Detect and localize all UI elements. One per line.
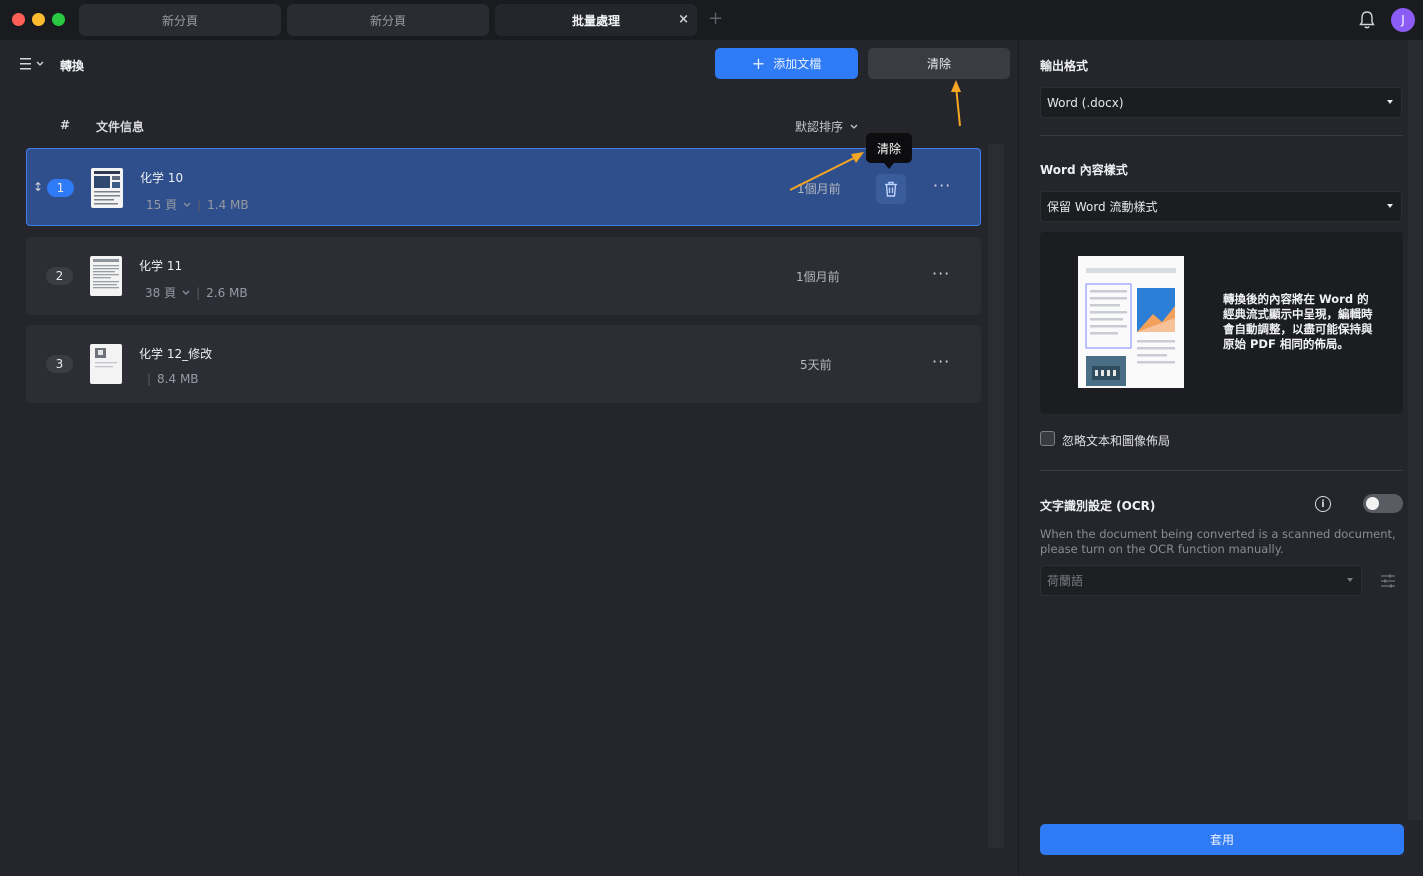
row-index-badge: 3 [46,355,73,373]
sliders-icon[interactable] [1380,573,1396,589]
file-name: 化学 10 [140,171,184,185]
info-icon[interactable]: i [1315,496,1331,512]
list-scrollbar[interactable] [988,144,1004,848]
zoom-window-button[interactable] [52,13,65,26]
ocr-settings-label: 文字識別設定 (OCR) [1040,499,1156,513]
close-window-button[interactable] [12,13,25,26]
row-index-badge: 1 [47,179,74,197]
caret-down-icon [1387,204,1393,208]
ocr-toggle[interactable] [1363,494,1403,513]
trash-icon [885,181,897,197]
apply-button[interactable]: 套用 [1040,824,1404,855]
file-meta: | 8.4 MB [147,372,199,386]
file-time: 5天前 [800,358,832,372]
tab-batch[interactable]: 批量處理 × [495,4,697,36]
drag-handle-icon[interactable]: ↕ [33,180,43,194]
plus-icon: + [751,54,766,73]
ocr-description: When the document being converted is a s… [1040,527,1396,556]
file-size: 1.4 MB [207,197,249,212]
column-header-index: # [60,118,71,132]
table-row[interactable]: 2 化学 11 38 頁 | 2.6 MB 1個月前 ··· [26,237,981,315]
page-count[interactable]: 38 頁 [145,284,176,301]
settings-scrollbar[interactable] [1408,40,1422,820]
word-style-value: 保留 Word 流動樣式 [1047,200,1158,214]
ignore-layout-label[interactable]: 忽略文本和圖像佈局 [1062,432,1170,449]
tab-label: 新分頁 [369,13,406,28]
tab-new-1[interactable]: 新分頁 [79,4,281,36]
minimize-window-button[interactable] [32,13,45,26]
divider [1040,135,1403,136]
add-document-label: 添加文檔 [773,57,822,71]
chevron-down-icon[interactable] [183,202,191,208]
output-format-select[interactable]: Word (.docx) [1040,87,1402,118]
chevron-down-icon [850,124,858,129]
tab-label: 批量處理 [571,13,620,28]
title-bar: 新分頁 新分頁 批量處理 × + J [0,0,1423,40]
word-style-label: Word 內容樣式 [1040,163,1128,177]
ignore-layout-checkbox[interactable] [1040,431,1055,446]
output-format-label: 輸出格式 [1040,59,1089,73]
chevron-down-icon[interactable] [182,290,190,296]
document-preview-illustration [1078,256,1184,388]
menu-icon[interactable] [18,56,46,72]
app-window: 新分頁 新分頁 批量處理 × + J 轉換 + 添加文檔 清除 # 文件信息 默… [0,0,1423,876]
delete-file-button[interactable] [876,174,906,204]
bell-icon[interactable] [1358,10,1376,30]
tab-label: 新分頁 [161,13,198,28]
add-document-button[interactable]: + 添加文檔 [715,48,858,79]
caret-down-icon [1387,100,1393,104]
column-header-file-info: 文件信息 [96,120,145,134]
avatar[interactable]: J [1391,8,1415,32]
ocr-language-select[interactable]: 荷蘭語 [1040,565,1362,596]
file-size: 2.6 MB [206,285,248,300]
file-time: 1個月前 [796,270,840,284]
file-time: 1個月前 [797,182,841,196]
file-name: 化学 11 [139,259,183,273]
file-size: 8.4 MB [157,372,199,386]
sort-dropdown[interactable]: 默認排序 [795,118,859,135]
more-options-icon[interactable]: ··· [932,264,950,283]
output-format-value: Word (.docx) [1047,95,1124,110]
row-index-badge: 2 [46,267,73,285]
caret-down-icon [1347,578,1353,582]
settings-panel: 輸出格式 Word (.docx) Word 內容樣式 保留 Word 流動樣式 [1018,40,1423,876]
word-style-select[interactable]: 保留 Word 流動樣式 [1040,191,1402,222]
toggle-knob [1366,497,1379,510]
delete-tooltip: 清除 [866,133,912,169]
file-thumbnail [90,256,122,296]
table-row[interactable]: 3 化学 12_修改 | 8.4 MB 5天前 ··· [26,325,981,403]
sort-label: 默認排序 [795,120,844,134]
page-title: 轉換 [60,59,85,73]
divider [1040,470,1403,471]
file-name: 化学 12_修改 [139,347,213,361]
ocr-language-value: 荷蘭語 [1047,574,1084,588]
clear-button[interactable]: 清除 [868,48,1010,79]
file-thumbnail [90,344,122,384]
tab-close-icon[interactable]: × [678,12,689,27]
add-tab-icon[interactable]: + [708,8,723,29]
style-preview: 轉換後的內容將在 Word 的經典流式顯示中呈現，編輯時會自動調整，以盡可能保持… [1040,232,1403,414]
file-thumbnail [91,168,123,208]
file-meta: 15 頁 | 1.4 MB [146,196,249,213]
table-row[interactable]: ↕ 1 化学 10 15 頁 | 1.4 MB 1個月前 ··· [26,148,981,226]
file-meta: 38 頁 | 2.6 MB [145,284,248,301]
tab-new-2[interactable]: 新分頁 [287,4,489,36]
more-options-icon[interactable]: ··· [932,352,950,371]
style-description: 轉換後的內容將在 Word 的經典流式顯示中呈現，編輯時會自動調整，以盡可能保持… [1223,292,1373,351]
more-options-icon[interactable]: ··· [933,176,951,195]
page-count[interactable]: 15 頁 [146,196,177,213]
file-list-panel: 轉換 + 添加文檔 清除 # 文件信息 默認排序 ↕ 1 化学 10 15 頁 … [0,40,1018,876]
